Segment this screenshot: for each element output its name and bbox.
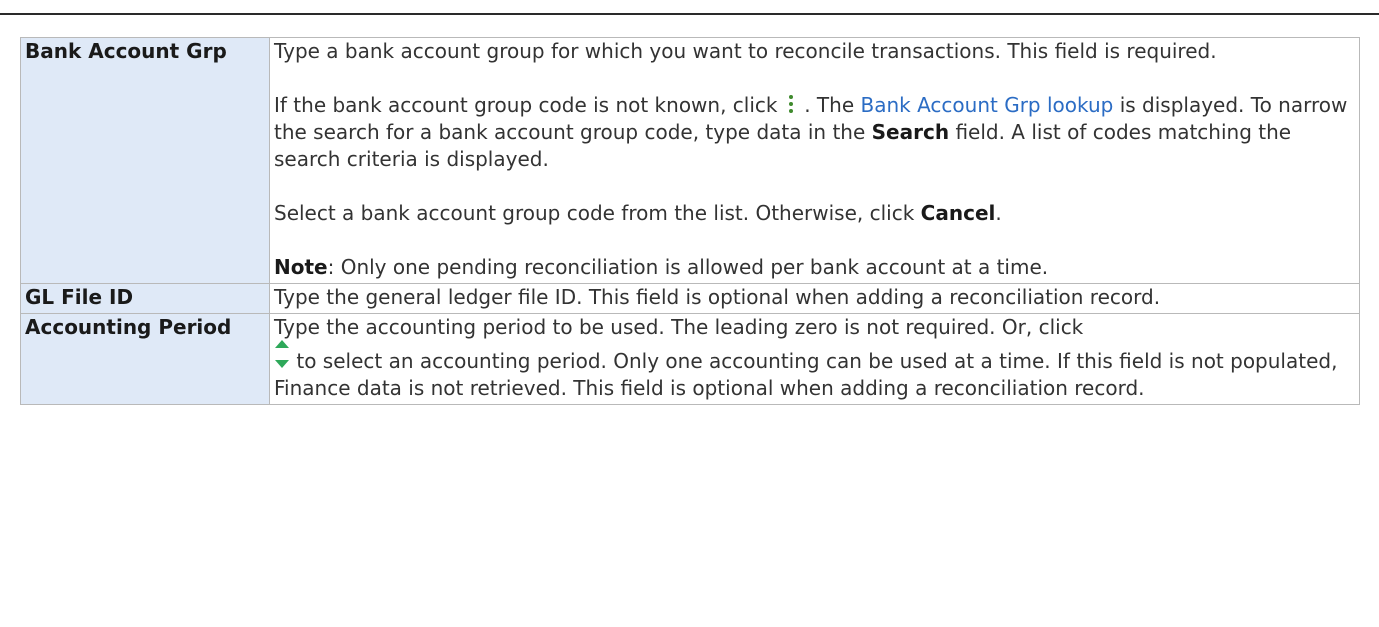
top-divider: [0, 13, 1379, 15]
note-label: Note: [274, 255, 328, 279]
field-name-accounting-period: Accounting Period: [20, 313, 270, 405]
search-term: Search: [871, 120, 950, 144]
paragraph-text: .: [995, 201, 1002, 225]
description-paragraph: If the bank account group code is not kn…: [274, 92, 1355, 173]
field-description-bank-account-grp: Type a bank account group for which you …: [269, 37, 1360, 284]
field-name-bank-account-grp: Bank Account Grp: [20, 37, 270, 284]
table-row: Accounting Period Type the accounting pe…: [20, 313, 1360, 405]
paragraph-text: Select a bank account group code from th…: [274, 201, 915, 225]
field-description-accounting-period: Type the accounting period to be used. T…: [269, 313, 1360, 405]
table-row: Bank Account Grp Type a bank account gro…: [20, 37, 1360, 284]
field-description-table: Bank Account Grp Type a bank account gro…: [20, 37, 1360, 405]
note-paragraph: Note: Only one pending reconciliation is…: [274, 254, 1355, 281]
paragraph-text: to select an accounting period. Only one…: [274, 349, 1338, 400]
table-row: GL File ID Type the general ledger file …: [20, 283, 1360, 314]
description-paragraph: Type a bank account group for which you …: [274, 39, 1217, 63]
field-name-gl-file-id: GL File ID: [20, 283, 270, 314]
field-description-gl-file-id: Type the general ledger file ID. This fi…: [269, 283, 1360, 314]
cancel-term: Cancel: [920, 201, 996, 225]
paragraph-text: Type the accounting period to be used. T…: [274, 315, 1084, 339]
paragraph-text: . The: [804, 93, 855, 117]
kebab-vertical-icon[interactable]: [784, 94, 798, 114]
note-text: : Only one pending reconciliation is all…: [327, 255, 1049, 279]
description-paragraph: Select a bank account group code from th…: [274, 200, 1355, 227]
bank-account-grp-lookup-link[interactable]: Bank Account Grp lookup: [861, 93, 1114, 117]
paragraph-text: If the bank account group code is not kn…: [274, 93, 778, 117]
up-down-spinner-icon[interactable]: [274, 340, 290, 372]
